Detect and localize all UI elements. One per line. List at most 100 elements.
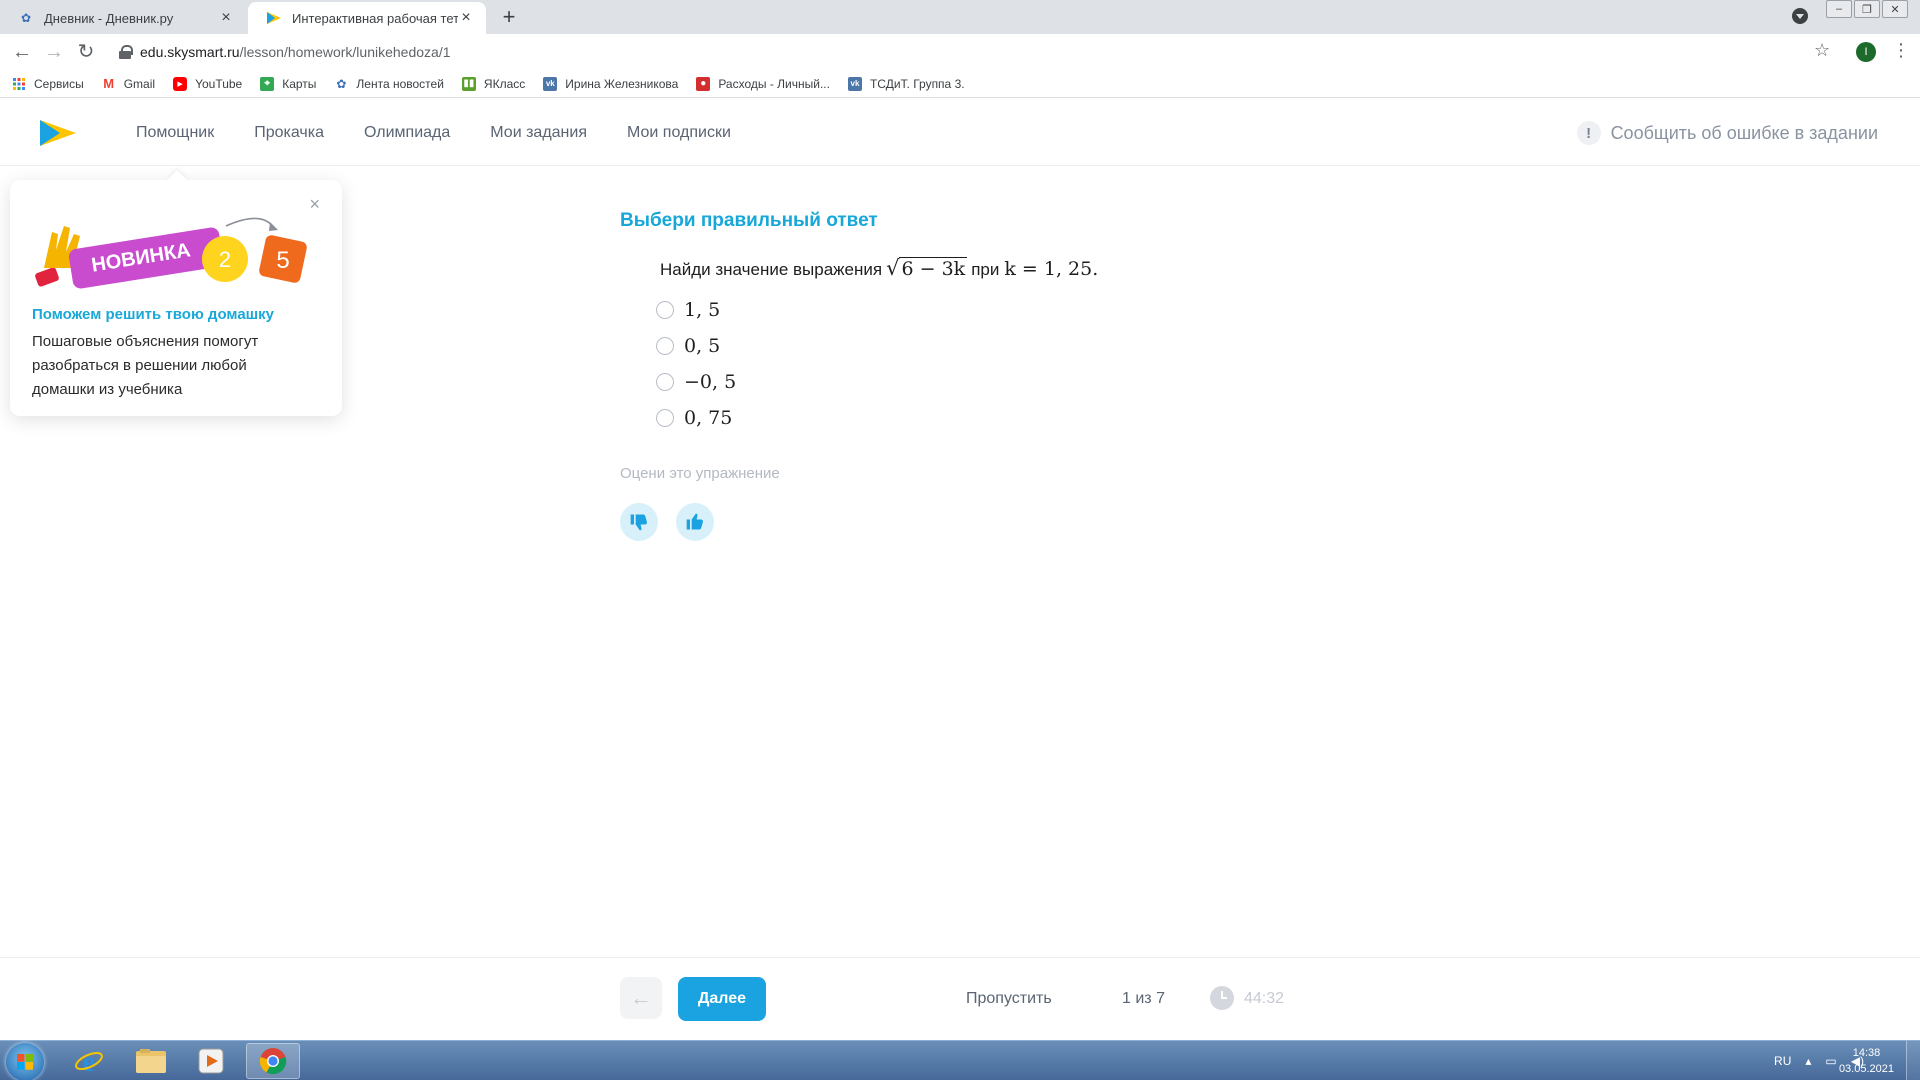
site-header: Помощник Прокачка Олимпиада Мои задания … (0, 99, 1920, 166)
new-tab-button[interactable]: + (498, 6, 520, 28)
bookmark-label: ЯКласс (483, 76, 526, 91)
expenses-icon: ● (696, 76, 711, 91)
taskbar-clock[interactable]: 14:38 03.05.2021 (1839, 1045, 1894, 1077)
chrome-icon (259, 1048, 287, 1075)
exercise-title: Выбери правильный ответ (620, 210, 878, 231)
promo-grade-from: 2 (219, 247, 231, 272)
answer-option[interactable]: 0, 5 (656, 328, 736, 364)
tab-title: Дневник - Дневник.ру (44, 10, 174, 26)
skysmart-favicon-icon (266, 10, 282, 26)
network-icon[interactable]: ▭ (1825, 1054, 1836, 1068)
internet-explorer-icon: e (75, 1047, 103, 1076)
dnevnik-icon: ✿ (336, 76, 347, 91)
report-error-label: Сообщить об ошибке в задании (1610, 122, 1878, 143)
math-sqrt-expression: √ 6 − 3k (886, 256, 968, 280)
timer: 44:32 (1244, 990, 1285, 1007)
url-path: /lesson/homework/lunikehedoza/1 (239, 44, 451, 60)
bookmark-maps[interactable]: ⌖ Карты (260, 76, 316, 91)
thumbs-down-icon (630, 514, 647, 531)
gmail-icon: M (103, 76, 115, 91)
tab-title: Интерактивная рабочая тетрадь (292, 10, 458, 26)
minimize-button[interactable]: – (1826, 0, 1852, 18)
bookmark-youtube[interactable]: ▶ YouTube (173, 76, 242, 91)
browser-tab-skysmart[interactable]: Интерактивная рабочая тетрадь × (248, 2, 486, 34)
close-window-button[interactable]: ✕ (1882, 0, 1908, 18)
tab-search-icon[interactable] (1792, 8, 1808, 24)
back-arrow-icon[interactable]: ← (10, 40, 34, 64)
taskbar-ie[interactable]: e (62, 1043, 116, 1079)
question-text: Найди значение выражения √ 6 − 3k при k … (660, 257, 1098, 280)
bookmark-label: Сервисы (34, 76, 84, 91)
vk-icon: vk (543, 76, 558, 91)
clock-time: 14:38 (1852, 1047, 1881, 1059)
rate-exercise-label: Оцени это упражнение (620, 465, 780, 482)
radicand: 6 − 3k (899, 257, 968, 280)
question-mid: при (971, 260, 1000, 279)
forward-arrow-icon[interactable]: → (42, 40, 66, 64)
skip-button[interactable]: Пропустить (966, 990, 1052, 1008)
youtube-icon: ▶ (173, 76, 188, 91)
nav-helper[interactable]: Помощник (136, 124, 214, 142)
bookmark-news-feed[interactable]: ✿ Лента новостей (334, 77, 444, 91)
bookmark-label: Расходы - Личный... (718, 76, 830, 91)
report-error-button[interactable]: ! Сообщить об ошибке в задании (1576, 121, 1878, 145)
radio-button[interactable] (656, 301, 674, 319)
apps-grid-icon (12, 77, 26, 91)
taskbar-media-player[interactable] (184, 1043, 238, 1079)
option-label: 0, 75 (684, 407, 733, 429)
answer-option[interactable]: 0, 75 (656, 400, 736, 436)
tab-close-icon[interactable]: × (458, 9, 474, 26)
nav-my-tasks[interactable]: Мои задания (490, 124, 587, 142)
nav-olympiad[interactable]: Олимпиада (364, 124, 450, 142)
profile-avatar[interactable]: I (1856, 42, 1876, 62)
bookmark-services[interactable]: Сервисы (12, 77, 84, 91)
start-button[interactable] (6, 1043, 44, 1080)
browser-toolbar: ← → ↻ edu.skysmart.ru/lesson/homework/lu… (0, 34, 1920, 70)
skysmart-logo-icon[interactable] (40, 120, 76, 146)
browser-menu-icon[interactable]: ⋮ (1892, 40, 1910, 61)
yaklass-icon: ▮▮ (461, 76, 476, 91)
promo-card: × НОВИНКА 2 5 Поможем решить твою домашк… (10, 180, 342, 416)
radical-sign: √ (886, 256, 900, 280)
bookmark-gmail[interactable]: M Gmail (102, 76, 156, 91)
radio-button[interactable] (656, 373, 674, 391)
thumbs-up-button[interactable] (676, 503, 714, 541)
answer-option[interactable]: 1, 5 (656, 292, 736, 328)
promo-illustration: НОВИНКА 2 5 (35, 217, 307, 289)
vk-icon: vk (847, 76, 862, 91)
bookmark-vk-group[interactable]: vk ТСДиТ. Группа 3. (847, 76, 965, 91)
window-controls: – ❐ ✕ (1826, 0, 1908, 18)
bookmark-vk-irina[interactable]: vk Ирина Железникова (543, 76, 678, 91)
next-button[interactable]: Далее (678, 977, 766, 1021)
show-desktop-button[interactable] (1906, 1041, 1920, 1080)
taskbar-chrome[interactable] (246, 1043, 300, 1079)
tray-expand-icon[interactable]: ▴ (1805, 1054, 1811, 1068)
bookmark-label: Gmail (123, 76, 156, 91)
language-indicator[interactable]: RU (1774, 1054, 1791, 1068)
tab-close-icon[interactable]: × (218, 9, 234, 26)
address-bar[interactable]: edu.skysmart.ru/lesson/homework/lunikehe… (106, 38, 1846, 66)
nav-training[interactable]: Прокачка (254, 124, 324, 142)
clock-icon (1210, 986, 1234, 1010)
media-player-icon (198, 1048, 224, 1074)
main-navigation: Помощник Прокачка Олимпиада Мои задания … (136, 99, 731, 166)
bookmark-star-icon[interactable]: ☆ (1814, 40, 1830, 61)
previous-button[interactable]: ← (620, 977, 662, 1019)
lock-icon[interactable] (118, 45, 133, 59)
thumbs-up-icon (686, 513, 703, 530)
answer-option[interactable]: −0, 5 (656, 364, 736, 400)
bookmark-expenses[interactable]: ● Расходы - Личный... (696, 76, 830, 91)
thumbs-down-button[interactable] (620, 503, 658, 541)
folder-icon (136, 1049, 166, 1073)
nav-my-subscriptions[interactable]: Мои подписки (627, 124, 731, 142)
option-label: 0, 5 (684, 335, 721, 357)
radio-button[interactable] (656, 337, 674, 355)
radio-button[interactable] (656, 409, 674, 427)
taskbar-explorer[interactable] (124, 1043, 178, 1079)
browser-tab-dnevnik[interactable]: ✿ Дневник - Дневник.ру × (0, 2, 246, 34)
restore-button[interactable]: ❐ (1854, 0, 1880, 18)
promo-heading[interactable]: Поможем решить твою домашку (32, 306, 274, 323)
reload-icon[interactable]: ↻ (74, 40, 98, 64)
question-condition: k = 1, 25. (1004, 258, 1099, 280)
bookmark-yaklass[interactable]: ▮▮ ЯКласс (461, 76, 526, 91)
